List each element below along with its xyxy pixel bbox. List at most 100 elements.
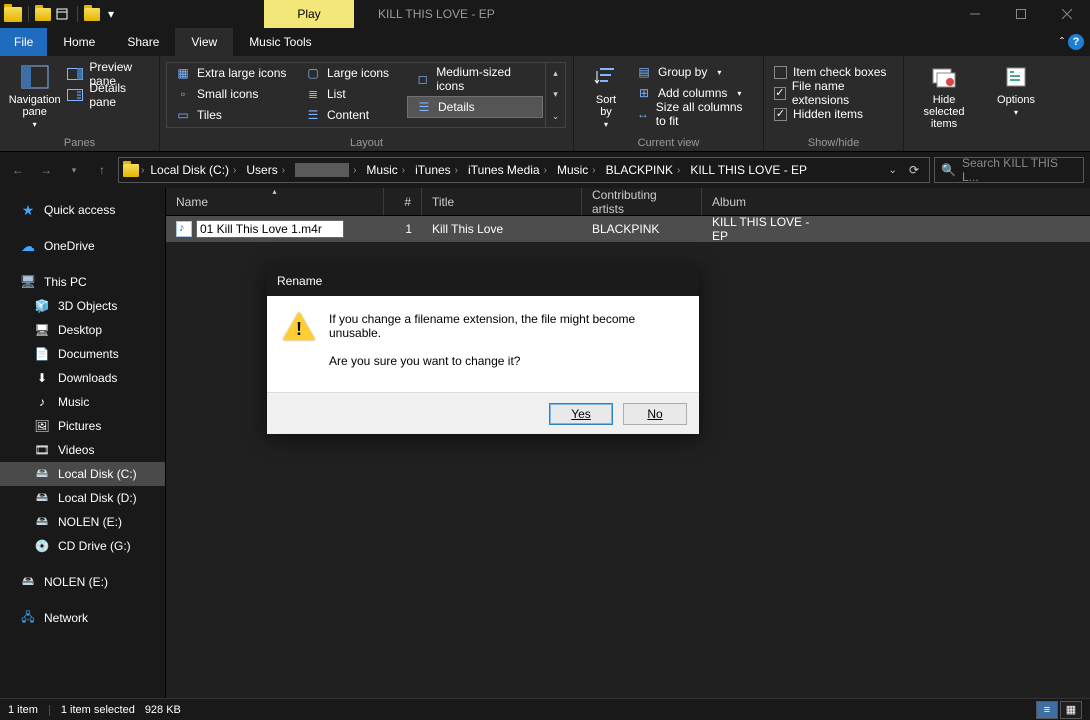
crumb-redacted-user[interactable]: › — [291, 163, 360, 177]
window-title: KILL THIS LOVE - EP — [354, 0, 495, 28]
file-list: Name # Title Contributing artists Album … — [166, 188, 1090, 698]
column-artists[interactable]: Contributing artists — [582, 188, 702, 215]
search-placeholder: Search KILL THIS L... — [962, 156, 1077, 184]
tab-share[interactable]: Share — [111, 28, 175, 56]
tab-file[interactable]: File — [0, 28, 47, 56]
file-extensions-toggle[interactable]: File name extensions — [770, 83, 897, 103]
layout-details[interactable]: ☰Details — [407, 96, 543, 118]
crumb-users[interactable]: Users› — [242, 163, 289, 177]
thumbnails-view-button[interactable]: ▦ — [1060, 701, 1082, 719]
group-label-show-hide: Show/hide — [764, 137, 903, 149]
sidebar-nolen-e[interactable]: 🖴NOLEN (E:) — [0, 510, 165, 534]
sidebar-network[interactable]: 🖧Network — [0, 606, 165, 630]
crumb-music2[interactable]: Music› — [553, 163, 600, 177]
status-size: 928 KB — [145, 704, 181, 716]
refresh-icon[interactable]: ⟳ — [909, 163, 919, 177]
layout-large[interactable]: ▢Large icons — [297, 63, 407, 83]
status-selected-count: 1 item selected — [61, 704, 135, 716]
layout-medium[interactable]: ◻Medium-sized icons — [407, 63, 545, 95]
minimize-button[interactable] — [952, 0, 998, 28]
hide-selected-button[interactable]: Hide selected items — [910, 58, 978, 134]
address-bar[interactable]: › Local Disk (C:)› Users› › Music› iTune… — [118, 157, 930, 183]
sidebar-music[interactable]: ♪Music — [0, 390, 165, 414]
crumb-local-disk-c[interactable]: Local Disk (C:)› — [146, 163, 240, 177]
dialog-yes-button[interactable]: Yes — [549, 403, 613, 425]
layout-content[interactable]: ☰Content — [297, 105, 407, 125]
navigation-tree: ★Quick access ☁OneDrive 🖥This PC 🧊3D Obj… — [0, 188, 166, 698]
sort-by-button[interactable]: Sort by ▾ — [580, 58, 632, 133]
warning-icon: ! — [283, 312, 315, 344]
crumb-kill-this-love[interactable]: KILL THIS LOVE - EP — [686, 163, 811, 177]
sidebar-videos[interactable]: 🎞Videos — [0, 438, 165, 462]
crumb-itunes-media[interactable]: iTunes Media› — [464, 163, 551, 177]
options-button[interactable]: Options ▾ — [990, 58, 1042, 121]
layout-tiles[interactable]: ▭Tiles — [167, 105, 297, 125]
qat-dropdown-icon[interactable]: ▾ — [102, 5, 120, 23]
layout-gallery-scroll[interactable]: ▴▾⌄ — [545, 63, 565, 127]
crumb-itunes[interactable]: iTunes› — [411, 163, 462, 177]
rename-dialog: Rename ! If you change a filename extens… — [267, 266, 699, 434]
tab-music-tools[interactable]: Music Tools — [233, 28, 327, 56]
crumb-music[interactable]: Music› — [362, 163, 409, 177]
sidebar-cd-drive[interactable]: 💿CD Drive (G:) — [0, 534, 165, 558]
status-bar: 1 item | 1 item selected 928 KB ≡ ▦ — [0, 698, 1090, 720]
sidebar-documents[interactable]: 📄Documents — [0, 342, 165, 366]
size-columns-button[interactable]: ↔Size all columns to fit — [632, 104, 757, 124]
tab-view[interactable]: View — [175, 28, 233, 56]
group-label-current-view: Current view — [574, 137, 763, 149]
help-icon[interactable]: ? — [1068, 34, 1084, 50]
group-label-layout: Layout — [160, 137, 573, 149]
contextual-play-tab[interactable]: Play — [264, 0, 354, 28]
navigation-pane-button[interactable]: Navigation pane ▾ — [6, 58, 63, 133]
group-by-button[interactable]: ▤Group by▾ — [632, 62, 757, 82]
sidebar-onedrive[interactable]: ☁OneDrive — [0, 234, 165, 258]
search-icon: 🔍 — [941, 163, 956, 177]
search-box[interactable]: 🔍 Search KILL THIS L... — [934, 157, 1084, 183]
dialog-message-1: If you change a filename extension, the … — [329, 312, 683, 340]
crumb-blackpink[interactable]: BLACKPINK› — [602, 163, 685, 177]
sidebar-local-disk-c[interactable]: 🖴Local Disk (C:) — [0, 462, 165, 486]
layout-list[interactable]: ≣List — [297, 84, 407, 104]
navigation-bar: ← → ▾ ↑ › Local Disk (C:)› Users› › Musi… — [0, 152, 1090, 188]
cell-title: Kill This Love — [422, 222, 582, 236]
details-view-button[interactable]: ≡ — [1036, 701, 1058, 719]
column-title[interactable]: Title — [422, 188, 582, 215]
audio-file-icon — [176, 221, 192, 237]
details-pane-button[interactable]: Details pane — [63, 85, 153, 105]
forward-button[interactable]: → — [34, 158, 58, 182]
hidden-items-toggle[interactable]: Hidden items — [770, 104, 897, 124]
ribbon-tabs: File Home Share View Music Tools ˆ ? — [0, 28, 1090, 56]
column-track-number[interactable]: # — [384, 188, 422, 215]
sidebar-nolen-root[interactable]: 🖴NOLEN (E:) — [0, 570, 165, 594]
close-button[interactable] — [1044, 0, 1090, 28]
group-label-panes: Panes — [0, 137, 159, 149]
sidebar-3d-objects[interactable]: 🧊3D Objects — [0, 294, 165, 318]
layout-small[interactable]: ▫Small icons — [167, 84, 297, 104]
qat-properties-icon[interactable] — [53, 5, 71, 23]
back-button[interactable]: ← — [6, 158, 30, 182]
column-name[interactable]: Name — [166, 188, 384, 215]
app-icon — [4, 7, 22, 22]
sidebar-desktop[interactable]: 🖥Desktop — [0, 318, 165, 342]
up-button[interactable]: ↑ — [90, 158, 114, 182]
maximize-button[interactable] — [998, 0, 1044, 28]
dialog-no-button[interactable]: No — [623, 403, 687, 425]
cell-artist: BLACKPINK — [582, 222, 702, 236]
qat-new-folder-icon[interactable] — [35, 8, 51, 21]
file-row[interactable]: 1 Kill This Love BLACKPINK KILL THIS LOV… — [166, 216, 1090, 242]
address-dropdown-icon[interactable]: ⌄ — [889, 165, 897, 176]
tab-home[interactable]: Home — [47, 28, 111, 56]
recent-dropdown[interactable]: ▾ — [62, 158, 86, 182]
collapse-ribbon-icon[interactable]: ˆ — [1060, 35, 1064, 49]
rename-input[interactable] — [196, 220, 344, 238]
column-album[interactable]: Album — [702, 188, 834, 215]
dialog-message-2: Are you sure you want to change it? — [329, 354, 683, 368]
sidebar-quick-access[interactable]: ★Quick access — [0, 198, 165, 222]
qat-open-icon[interactable] — [84, 8, 100, 21]
layout-extra-large[interactable]: ▦Extra large icons — [167, 63, 297, 83]
ribbon: Navigation pane ▾ Preview pane Details p… — [0, 56, 1090, 152]
sidebar-this-pc[interactable]: 🖥This PC — [0, 270, 165, 294]
sidebar-local-disk-d[interactable]: 🖴Local Disk (D:) — [0, 486, 165, 510]
sidebar-downloads[interactable]: ⬇Downloads — [0, 366, 165, 390]
sidebar-pictures[interactable]: 🖼Pictures — [0, 414, 165, 438]
